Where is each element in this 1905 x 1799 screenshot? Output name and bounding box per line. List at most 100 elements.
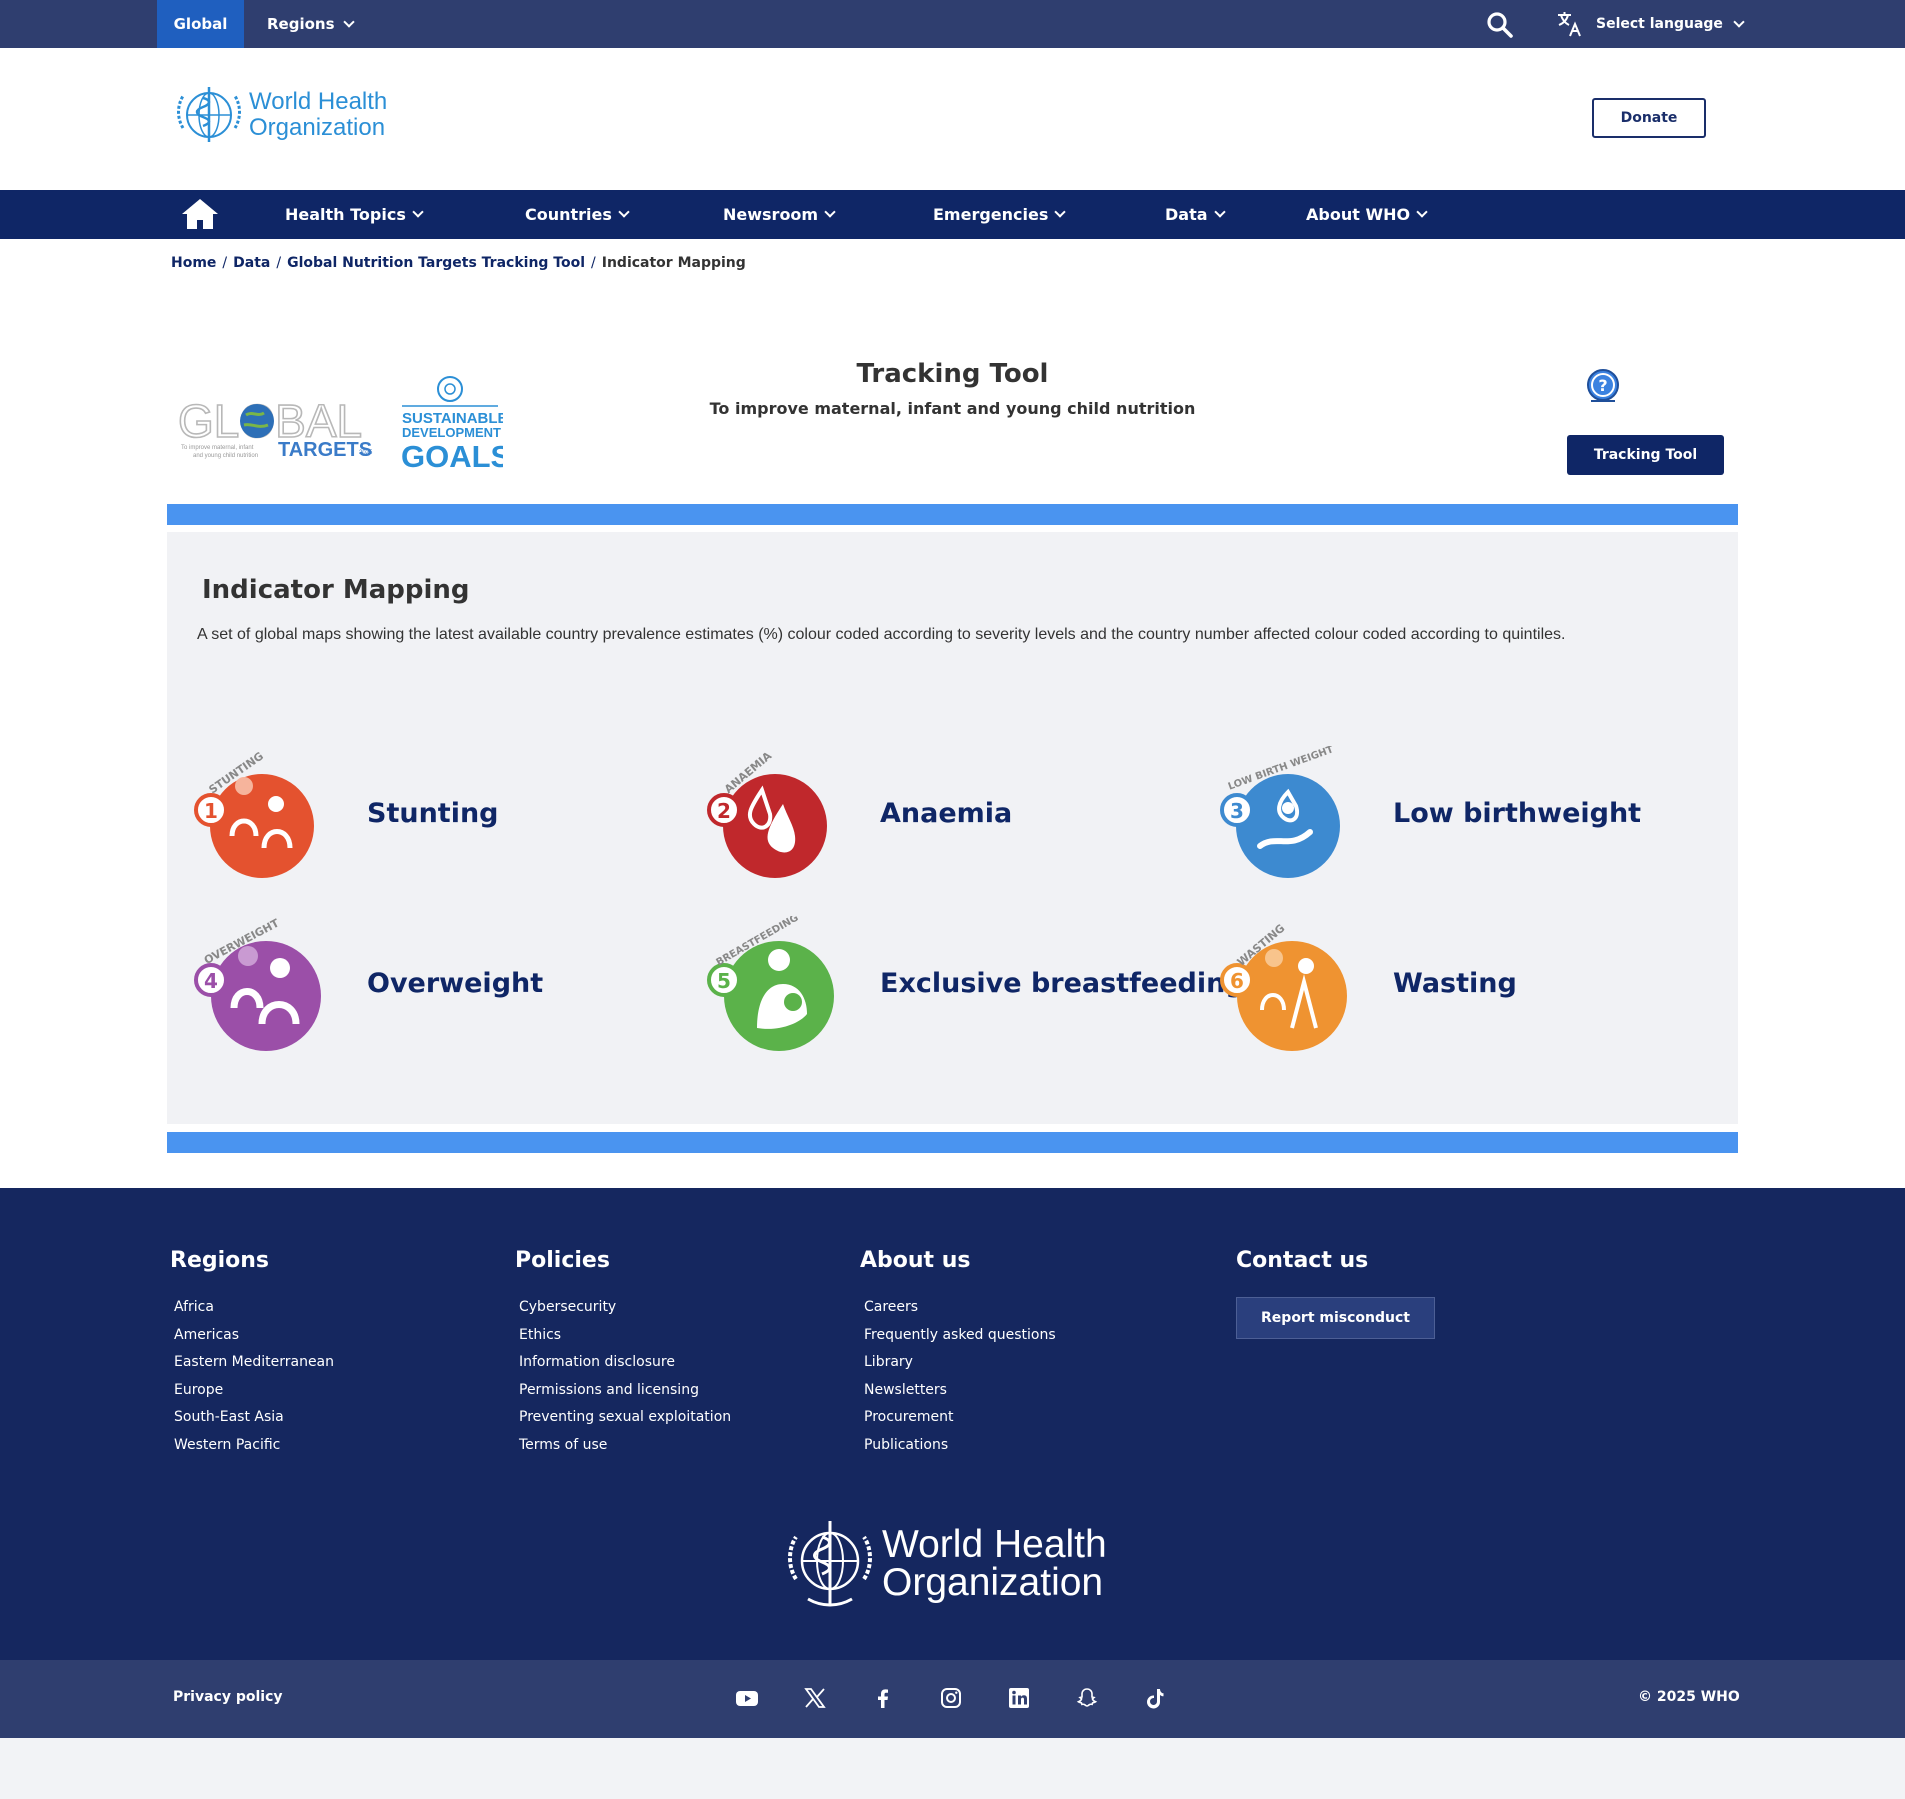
svg-text:?: ? [1598, 376, 1607, 395]
tracking-tool-title: Tracking Tool [856, 359, 1049, 389]
breastfeeding-icon: 5 BREASTFEEDING [707, 916, 834, 1051]
snapchat-icon[interactable] [1075, 1686, 1099, 1710]
chevron-down-icon [618, 206, 630, 218]
main-navigation: Health Topics Countries Newsroom Emergen… [0, 190, 1905, 239]
footer-link[interactable]: Cybersecurity [519, 1299, 731, 1317]
footer-link[interactable]: South-East Asia [174, 1409, 334, 1427]
language-selector[interactable]: Select language [1556, 0, 1745, 48]
sdg-goals-wordmark: GOALS [401, 439, 503, 474]
top-utility-bar: Global Regions Select language [0, 0, 1905, 48]
accent-bar-top [167, 504, 1738, 525]
footer-link[interactable]: Procurement [864, 1409, 1056, 1427]
footer-heading: About us [860, 1248, 971, 1273]
footer-link[interactable]: Library [864, 1354, 1056, 1372]
footer-link[interactable]: Information disclosure [519, 1354, 731, 1372]
nav-health-topics[interactable]: Health Topics [285, 190, 424, 239]
who-logo[interactable]: World Health Organization [175, 84, 387, 146]
instagram-icon[interactable] [939, 1686, 963, 1710]
footer-regions: Regions Africa Americas Eastern Mediterr… [170, 1248, 334, 1464]
indicator-number: 2 [717, 799, 731, 823]
home-icon[interactable] [180, 197, 220, 231]
sdg-line2: DEVELOPMENT [402, 425, 501, 440]
nav-item-label: Emergencies [933, 205, 1049, 224]
logo-line2: Organization [249, 114, 386, 141]
nav-item-label: Health Topics [285, 205, 406, 224]
indicator-overweight[interactable]: 4 OVERWEIGHT Overweight [194, 916, 543, 1051]
footer-contact: Contact us Report misconduct [1236, 1248, 1435, 1339]
tiktok-icon[interactable] [1143, 1686, 1167, 1710]
chevron-down-icon [342, 15, 355, 28]
global-tab-label: Global [173, 15, 228, 33]
footer-link[interactable]: Frequently asked questions [864, 1327, 1056, 1345]
footer-link[interactable]: Western Pacific [174, 1437, 334, 1455]
indicator-number: 4 [204, 969, 218, 993]
chevron-down-icon [1054, 206, 1067, 218]
indicator-stunting[interactable]: 1 STUNTING Stunting [194, 746, 499, 881]
who-emblem-icon [788, 1521, 872, 1607]
indicator-label: Wasting [1393, 968, 1517, 999]
footer-heading: Policies [515, 1248, 610, 1273]
breadcrumb-separator: / [276, 255, 282, 271]
breadcrumb: Home / Data / Global Nutrition Targets Tra… [171, 255, 746, 271]
global-targets-sdg-logos: GLOBAL TARGETS 2025 To improve maternal,… [178, 376, 503, 474]
indicator-anaemia[interactable]: 2 ANAEMIA Anaemia [707, 746, 1012, 881]
footer-link[interactable]: Ethics [519, 1327, 731, 1345]
breadcrumb-tracking-tool[interactable]: Global Nutrition Targets Tracking Tool [287, 255, 585, 271]
footer-link[interactable]: Newsletters [864, 1382, 1056, 1400]
chevron-down-icon [1733, 15, 1745, 28]
indicator-label: Low birthweight [1393, 798, 1642, 829]
donate-button[interactable]: Donate [1592, 98, 1706, 138]
tracking-tool-subtitle: To improve maternal, infant and young ch… [709, 399, 1196, 418]
logo-line1: World Health [249, 88, 388, 115]
chevron-down-icon [412, 206, 424, 218]
indicator-number: 3 [1230, 799, 1244, 823]
language-label: Select language [1596, 16, 1723, 32]
tracking-tool-button[interactable]: Tracking Tool [1567, 435, 1724, 475]
who-emblem-icon [177, 87, 241, 142]
facebook-icon[interactable] [871, 1686, 895, 1710]
privacy-policy-link[interactable]: Privacy policy [173, 1689, 283, 1705]
nav-countries[interactable]: Countries [525, 190, 630, 239]
footer-link[interactable]: Publications [864, 1437, 1056, 1455]
social-links [735, 1686, 1167, 1710]
footer-link[interactable]: Europe [174, 1382, 334, 1400]
nav-newsroom[interactable]: Newsroom [723, 190, 836, 239]
report-misconduct-button[interactable]: Report misconduct [1236, 1297, 1435, 1339]
linkedin-icon[interactable] [1007, 1686, 1031, 1710]
footer-who-logo[interactable]: World Health Organization [788, 1513, 1107, 1615]
breadcrumb-home[interactable]: Home [171, 255, 216, 271]
footer-link[interactable]: Careers [864, 1299, 1056, 1317]
indicator-mapping-panel: Indicator Mapping A set of global maps s… [167, 532, 1738, 1124]
indicator-low-birthweight[interactable]: 3 LOW BIRTH WEIGHT Low birthweight [1220, 746, 1641, 881]
accent-bar-bottom [167, 1132, 1738, 1153]
youtube-icon[interactable] [735, 1686, 759, 1710]
nav-emergencies[interactable]: Emergencies [933, 190, 1067, 239]
help-icon[interactable]: ? [1586, 369, 1620, 403]
breadcrumb-data[interactable]: Data [233, 255, 270, 271]
footer-link[interactable]: Terms of use [519, 1437, 731, 1455]
nav-item-label: Countries [525, 205, 612, 224]
nav-data[interactable]: Data [1165, 190, 1226, 239]
chevron-down-icon [1213, 206, 1226, 218]
footer-link[interactable]: Africa [174, 1299, 334, 1317]
search-icon[interactable] [1486, 11, 1514, 39]
regions-dropdown[interactable]: Regions [267, 0, 355, 48]
global-tab[interactable]: Global [157, 0, 244, 48]
nav-item-label: Data [1165, 205, 1208, 224]
targets-tagline-1: To improve maternal, infant [181, 445, 254, 451]
nav-item-label: Newsroom [723, 205, 819, 224]
indicator-label: Exclusive breastfeeding [880, 968, 1245, 999]
footer-link[interactable]: Preventing sexual exploitation [519, 1409, 731, 1427]
indicator-exclusive-breastfeeding[interactable]: 5 BREASTFEEDING Exclusive breastfeeding [707, 916, 1245, 1051]
footer-link[interactable]: Permissions and licensing [519, 1382, 731, 1400]
indicator-number: 5 [717, 969, 731, 993]
footer-logo-line1: World Health [882, 1523, 1107, 1566]
breadcrumb-current: Indicator Mapping [601, 255, 746, 271]
panel-description: A set of global maps showing the latest … [197, 626, 1566, 643]
footer-link[interactable]: Eastern Mediterranean [174, 1354, 334, 1372]
footer-link[interactable]: Americas [174, 1327, 334, 1345]
nav-about-who[interactable]: About WHO [1306, 190, 1428, 239]
indicator-wasting[interactable]: 6 WASTING Wasting [1220, 916, 1517, 1051]
x-icon[interactable] [803, 1686, 827, 1710]
wasting-icon: 6 WASTING [1220, 922, 1347, 1051]
